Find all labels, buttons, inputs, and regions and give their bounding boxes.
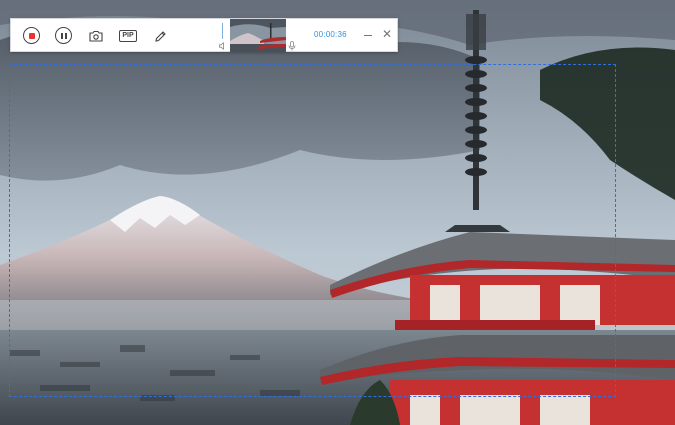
screenshot-button[interactable] [86, 26, 106, 46]
speaker-volume-slider[interactable] [217, 21, 229, 51]
pip-label: PIP [119, 30, 137, 42]
recording-timer: 00:00:36 [314, 30, 347, 39]
draw-button[interactable] [150, 26, 170, 46]
close-button[interactable]: ✕ [380, 26, 394, 42]
capture-region[interactable] [9, 64, 616, 397]
pause-button[interactable] [55, 27, 72, 44]
stop-record-icon [28, 32, 35, 39]
recording-toolbar: PIP 00:00:36 ✕ [10, 18, 398, 52]
pen-icon [154, 30, 166, 42]
minimize-button[interactable] [362, 28, 374, 42]
speaker-icon [219, 42, 224, 50]
video-preview-thumbnail[interactable] [230, 19, 286, 52]
pause-icon [60, 32, 67, 39]
camera-icon [89, 30, 103, 42]
microphone-icon [288, 41, 296, 51]
stop-record-button[interactable] [23, 27, 40, 44]
microphone-volume-slider[interactable] [286, 21, 298, 51]
preview-image [230, 19, 286, 52]
pip-button[interactable]: PIP [118, 26, 138, 46]
